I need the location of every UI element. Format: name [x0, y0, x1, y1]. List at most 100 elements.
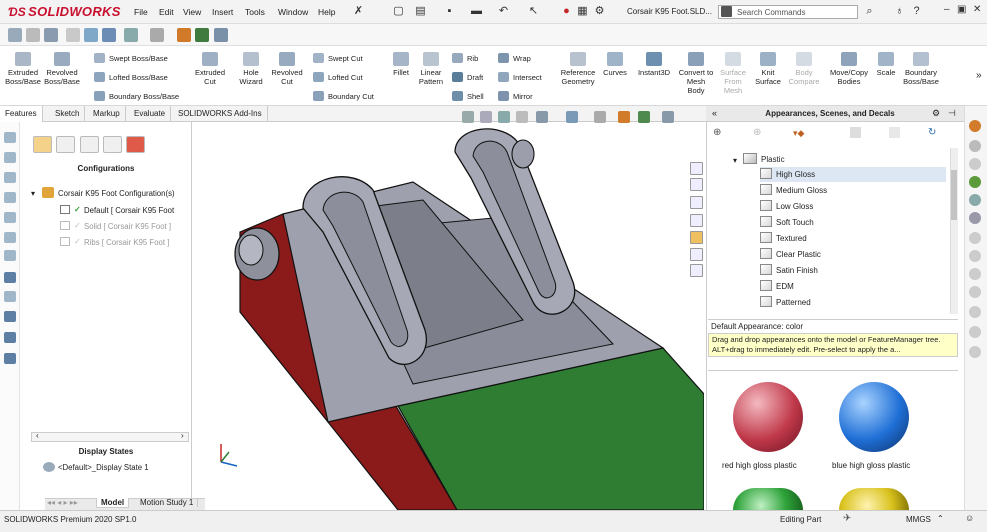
surface-from-mesh-button[interactable]: Surface From Mesh [716, 52, 750, 95]
swept-boss-button[interactable]: Swept Boss/Base [94, 53, 168, 63]
display-state-item[interactable]: <Default>_Display State 1 [58, 463, 149, 472]
cameras-icon[interactable] [969, 212, 981, 224]
prev-view-icon[interactable] [498, 111, 510, 123]
appearance-item[interactable]: Medium Gloss [760, 183, 827, 198]
solidworks-logo[interactable]: ƊS SOLIDWORKS [8, 4, 121, 19]
view-palette-tab-icon[interactable] [690, 264, 703, 277]
overflow-chevron-icon[interactable]: » [976, 70, 982, 81]
tab-evaluate[interactable]: Evaluate [129, 106, 172, 122]
fillet-button[interactable]: Fillet [388, 52, 414, 77]
edit-appearance-icon[interactable] [177, 28, 191, 42]
appearance-item[interactable]: Patterned [760, 295, 811, 310]
scenes-icon[interactable] [969, 140, 981, 152]
configuration-root[interactable]: Corsair K95 Foot Configuration(s) [58, 189, 175, 198]
appearance-item[interactable]: High Gloss [760, 167, 946, 182]
collapse-pane-icon[interactable]: « [712, 108, 717, 118]
final-render-icon[interactable] [969, 268, 981, 280]
view-settings-icon[interactable] [214, 28, 228, 42]
decals-icon[interactable] [969, 194, 981, 206]
appearance-icon[interactable] [618, 111, 630, 123]
display-style-icon[interactable] [124, 28, 138, 42]
design-library-tab-icon[interactable] [690, 196, 703, 209]
body-compare-button[interactable]: Body Compare [786, 52, 822, 86]
scale-button[interactable]: Scale [874, 52, 898, 77]
swept-cut-button[interactable]: Swept Cut [313, 53, 363, 63]
menu-insert[interactable]: Insert [212, 7, 233, 17]
options-icon[interactable]: ⚙ [593, 5, 606, 18]
display-mode-icon[interactable] [566, 111, 578, 123]
appearance-item[interactable]: Low Gloss [760, 199, 813, 214]
revolved-cut-button[interactable]: Revolved Cut [270, 52, 304, 86]
restore-icon[interactable]: ▣ [957, 4, 966, 15]
tree-scrollbar-thumb[interactable] [951, 170, 957, 220]
render-options-icon[interactable] [969, 286, 981, 298]
schedule-render-icon[interactable] [969, 306, 981, 318]
move-copy-bodies-button[interactable]: Move/Copy Bodies [826, 52, 872, 86]
green-gloss-ball[interactable] [733, 488, 803, 510]
render-region-icon[interactable] [969, 250, 981, 262]
dynamic-annotation-icon[interactable] [84, 28, 98, 42]
add-folder-icon[interactable] [850, 127, 861, 138]
display-manager-tab-icon[interactable] [126, 136, 145, 153]
revolved-boss-button[interactable]: Revolved Boss/Base [42, 52, 82, 86]
pane-divider[interactable] [708, 370, 958, 371]
boundary-boss-button[interactable]: Boundary Boss/Base [94, 91, 179, 101]
shell-button[interactable]: Shell [452, 91, 484, 101]
strip-icon-6[interactable] [4, 232, 16, 243]
new-document-icon[interactable]: ▢ [392, 5, 405, 18]
feature-manager-tab-icon[interactable] [33, 136, 52, 153]
rebuild-status-icon[interactable]: ✈ [843, 513, 851, 524]
appearances-tab-icon[interactable] [690, 231, 703, 244]
tab-features[interactable]: Features [0, 106, 43, 122]
configuration-manager-tab-icon[interactable] [80, 136, 99, 153]
file-properties-icon[interactable]: ▦ [576, 5, 589, 18]
home-tab-icon[interactable] [690, 162, 703, 175]
open-icon[interactable]: ▤ [414, 5, 427, 18]
hide-show-items-icon[interactable] [150, 28, 164, 42]
wrap-button[interactable]: Wrap [498, 53, 531, 63]
units-dropdown-icon[interactable]: ⌃ [937, 514, 944, 523]
hide-show-icon[interactable] [594, 111, 606, 123]
select-icon[interactable]: ↖ [527, 5, 540, 18]
undo-icon[interactable]: ↶ [497, 5, 510, 18]
curves-button[interactable]: Curves [600, 52, 630, 77]
lights-icon[interactable] [969, 158, 981, 170]
appearance-item[interactable]: Soft Touch [760, 215, 814, 230]
tab-sketch[interactable]: Sketch [50, 106, 86, 122]
appearance-item[interactable]: EDM [760, 279, 794, 294]
print-icon[interactable]: ▬ [470, 5, 483, 18]
strip-icon-5[interactable] [4, 212, 16, 223]
file-explorer-tab-icon[interactable] [690, 214, 703, 227]
yellow-gloss-ball[interactable] [839, 488, 909, 510]
tab-markup[interactable]: Markup [88, 106, 126, 122]
config-item[interactable]: Solid [ Corsair K95 Foot ] [84, 222, 171, 231]
apply-scene-icon[interactable] [195, 28, 209, 42]
strip-icon-12[interactable] [4, 353, 16, 364]
search-mode-icon[interactable] [721, 6, 732, 17]
view-orientation-icon[interactable] [102, 28, 116, 42]
integrated-preview-icon[interactable] [969, 346, 981, 358]
property-manager-tab-icon[interactable] [56, 136, 75, 153]
draft-button[interactable]: Draft [452, 72, 483, 82]
instant3d-button[interactable]: Instant3D [634, 52, 674, 77]
render-icon[interactable] [969, 232, 981, 244]
recall-render-icon[interactable] [969, 326, 981, 338]
extruded-boss-button[interactable]: Extruded Boss/Base [4, 52, 42, 86]
appearances-panel-icon[interactable] [969, 120, 981, 132]
menu-help[interactable]: Help [318, 7, 335, 17]
linear-pattern-button[interactable]: Linear Pattern [416, 52, 446, 86]
strip-icon-4[interactable] [4, 192, 16, 203]
mirror-button[interactable]: Mirror [498, 91, 533, 101]
open-folder-icon[interactable] [889, 127, 900, 138]
scroll-left-icon[interactable]: ‹ [36, 431, 39, 440]
appearance-item[interactable]: Satin Finish [760, 263, 818, 278]
extruded-cut-button[interactable]: Extruded Cut [193, 52, 227, 86]
tab-model[interactable]: Model [96, 498, 130, 508]
close-icon[interactable]: ✕ [973, 4, 981, 15]
tab-add-ins[interactable]: SOLIDWORKS Add-Ins [173, 106, 268, 122]
knit-surface-button[interactable]: Knit Surface [752, 52, 784, 86]
section-icon[interactable] [516, 111, 528, 123]
tab-motion-study[interactable]: Motion Study 1 [136, 498, 199, 507]
section-view-icon[interactable] [66, 28, 80, 42]
custom-properties-tab-icon[interactable] [690, 248, 703, 261]
